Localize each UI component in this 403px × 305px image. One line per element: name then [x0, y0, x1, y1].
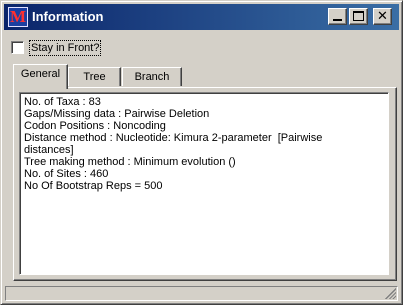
tab-general[interactable]: General [13, 64, 68, 89]
close-button[interactable]: ✕ [373, 8, 392, 25]
stay-in-front-label[interactable]: Stay in Front? [29, 40, 102, 56]
app-icon-letter: M [9, 7, 27, 26]
info-text-area[interactable]: No. of Taxa : 83 Gaps/Missing data : Pai… [19, 92, 389, 275]
resize-grip-icon[interactable] [385, 288, 396, 299]
minimize-button[interactable] [328, 8, 347, 25]
maximize-button[interactable] [349, 8, 368, 25]
information-window: M Information ✕ Stay in Front? General T… [0, 0, 403, 305]
tab-branch[interactable]: Branch [122, 67, 182, 86]
info-line-bootstrap: No Of Bootstrap Reps = 500 [24, 180, 163, 192]
options-bar: Stay in Front? [5, 37, 398, 59]
tab-tree[interactable]: Tree [68, 67, 121, 86]
stay-in-front-checkbox[interactable] [11, 41, 24, 54]
info-line-taxa: No. of Taxa : 83 [24, 96, 101, 108]
info-line-distance: Distance method : Nucleotide: Kimura 2-p… [24, 132, 323, 144]
close-icon: ✕ [377, 8, 388, 23]
tab-strip: General Tree Branch [9, 64, 399, 89]
info-line-codon: Codon Positions : Noncoding [24, 120, 166, 132]
general-tab-panel: No. of Taxa : 83 Gaps/Missing data : Pai… [13, 87, 397, 281]
maximize-icon [353, 11, 364, 21]
info-line-gaps: Gaps/Missing data : Pairwise Deletion [24, 108, 210, 120]
window-title: Information [32, 9, 104, 24]
status-bar [5, 286, 398, 301]
info-line-distance-cont: distances] [24, 144, 74, 156]
info-line-sites: No. of Sites : 460 [24, 168, 109, 180]
title-bar[interactable]: M Information ✕ [4, 4, 399, 30]
mega-app-icon[interactable]: M [8, 7, 28, 27]
info-line-tree-method: Tree making method : Minimum evolution (… [24, 156, 236, 168]
minimize-icon [333, 19, 342, 21]
